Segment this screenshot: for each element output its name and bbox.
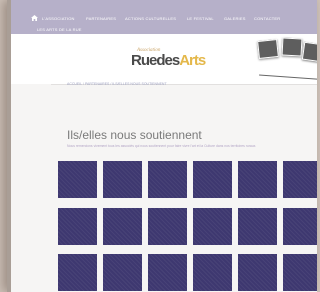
site-header: Association RuedesArts — [11, 34, 317, 84]
partner-logo-tile[interactable] — [283, 161, 317, 198]
breadcrumb-home[interactable]: ACCUEIL — [67, 82, 82, 86]
partner-logo-tile[interactable] — [58, 161, 97, 198]
partner-logo-tile[interactable] — [193, 254, 232, 291]
logo-main-text: RuedesArts — [131, 52, 206, 69]
breadcrumb-current: ILS/ELLES NOUS SOUTIENNENT — [112, 82, 167, 86]
partner-logo-tile[interactable] — [238, 254, 277, 291]
page-description: Nous remercions vivement tous les associ… — [67, 144, 257, 148]
nav-item-galeries[interactable]: GALERIES — [224, 16, 246, 21]
page-title: Ils/elles nous soutiennent — [67, 128, 202, 142]
partner-logo-tile[interactable] — [148, 254, 187, 291]
home-icon[interactable] — [31, 15, 38, 21]
partner-logo-tile[interactable] — [148, 208, 187, 245]
partner-logo-tile[interactable] — [283, 254, 317, 291]
partner-logo-tile[interactable] — [193, 208, 232, 245]
nav-item-contacter[interactable]: CONTACTER — [254, 16, 280, 21]
partner-logo-tile[interactable] — [238, 208, 277, 245]
hanging-photo — [301, 41, 317, 63]
partner-logo-tile[interactable] — [193, 161, 232, 198]
partner-logo-tile[interactable] — [103, 208, 142, 245]
nav-item-arts-de-la-rue[interactable]: LES ARTS DE LA RUE — [37, 27, 82, 32]
nav-item-partenaires[interactable]: PARTENAIRES — [86, 16, 116, 21]
logo-accent: Arts — [179, 52, 206, 69]
nav-item-actions-culturelles[interactable]: ACTIONS CULTURELLES — [125, 16, 176, 21]
breadcrumb: ACCUEIL / PARTENAIRES / ILS/ELLES NOUS S… — [67, 82, 167, 86]
nav-item-festival[interactable]: LE FESTIVAL — [187, 16, 214, 21]
partner-logo-tile[interactable] — [103, 254, 142, 291]
partner-logo-tile[interactable] — [58, 208, 97, 245]
partner-logo-tile[interactable] — [103, 161, 142, 198]
logo-prefix: Ruedes — [131, 52, 180, 69]
partner-logo-tile[interactable] — [148, 161, 187, 198]
hanging-photo — [257, 39, 279, 59]
breadcrumb-parent[interactable]: PARTENAIRES — [85, 82, 109, 86]
main-navigation: L'ASSOCIATION PARTENAIRES ACTIONS CULTUR… — [11, 0, 317, 34]
partner-logo-tile[interactable] — [58, 254, 97, 291]
hanging-photo — [281, 37, 303, 57]
photo-string-decoration — [259, 74, 317, 81]
nav-item-association[interactable]: L'ASSOCIATION — [42, 16, 75, 21]
browser-page: L'ASSOCIATION PARTENAIRES ACTIONS CULTUR… — [7, 0, 317, 292]
partner-logo-tile[interactable] — [283, 208, 317, 245]
partner-logo-tile[interactable] — [238, 161, 277, 198]
